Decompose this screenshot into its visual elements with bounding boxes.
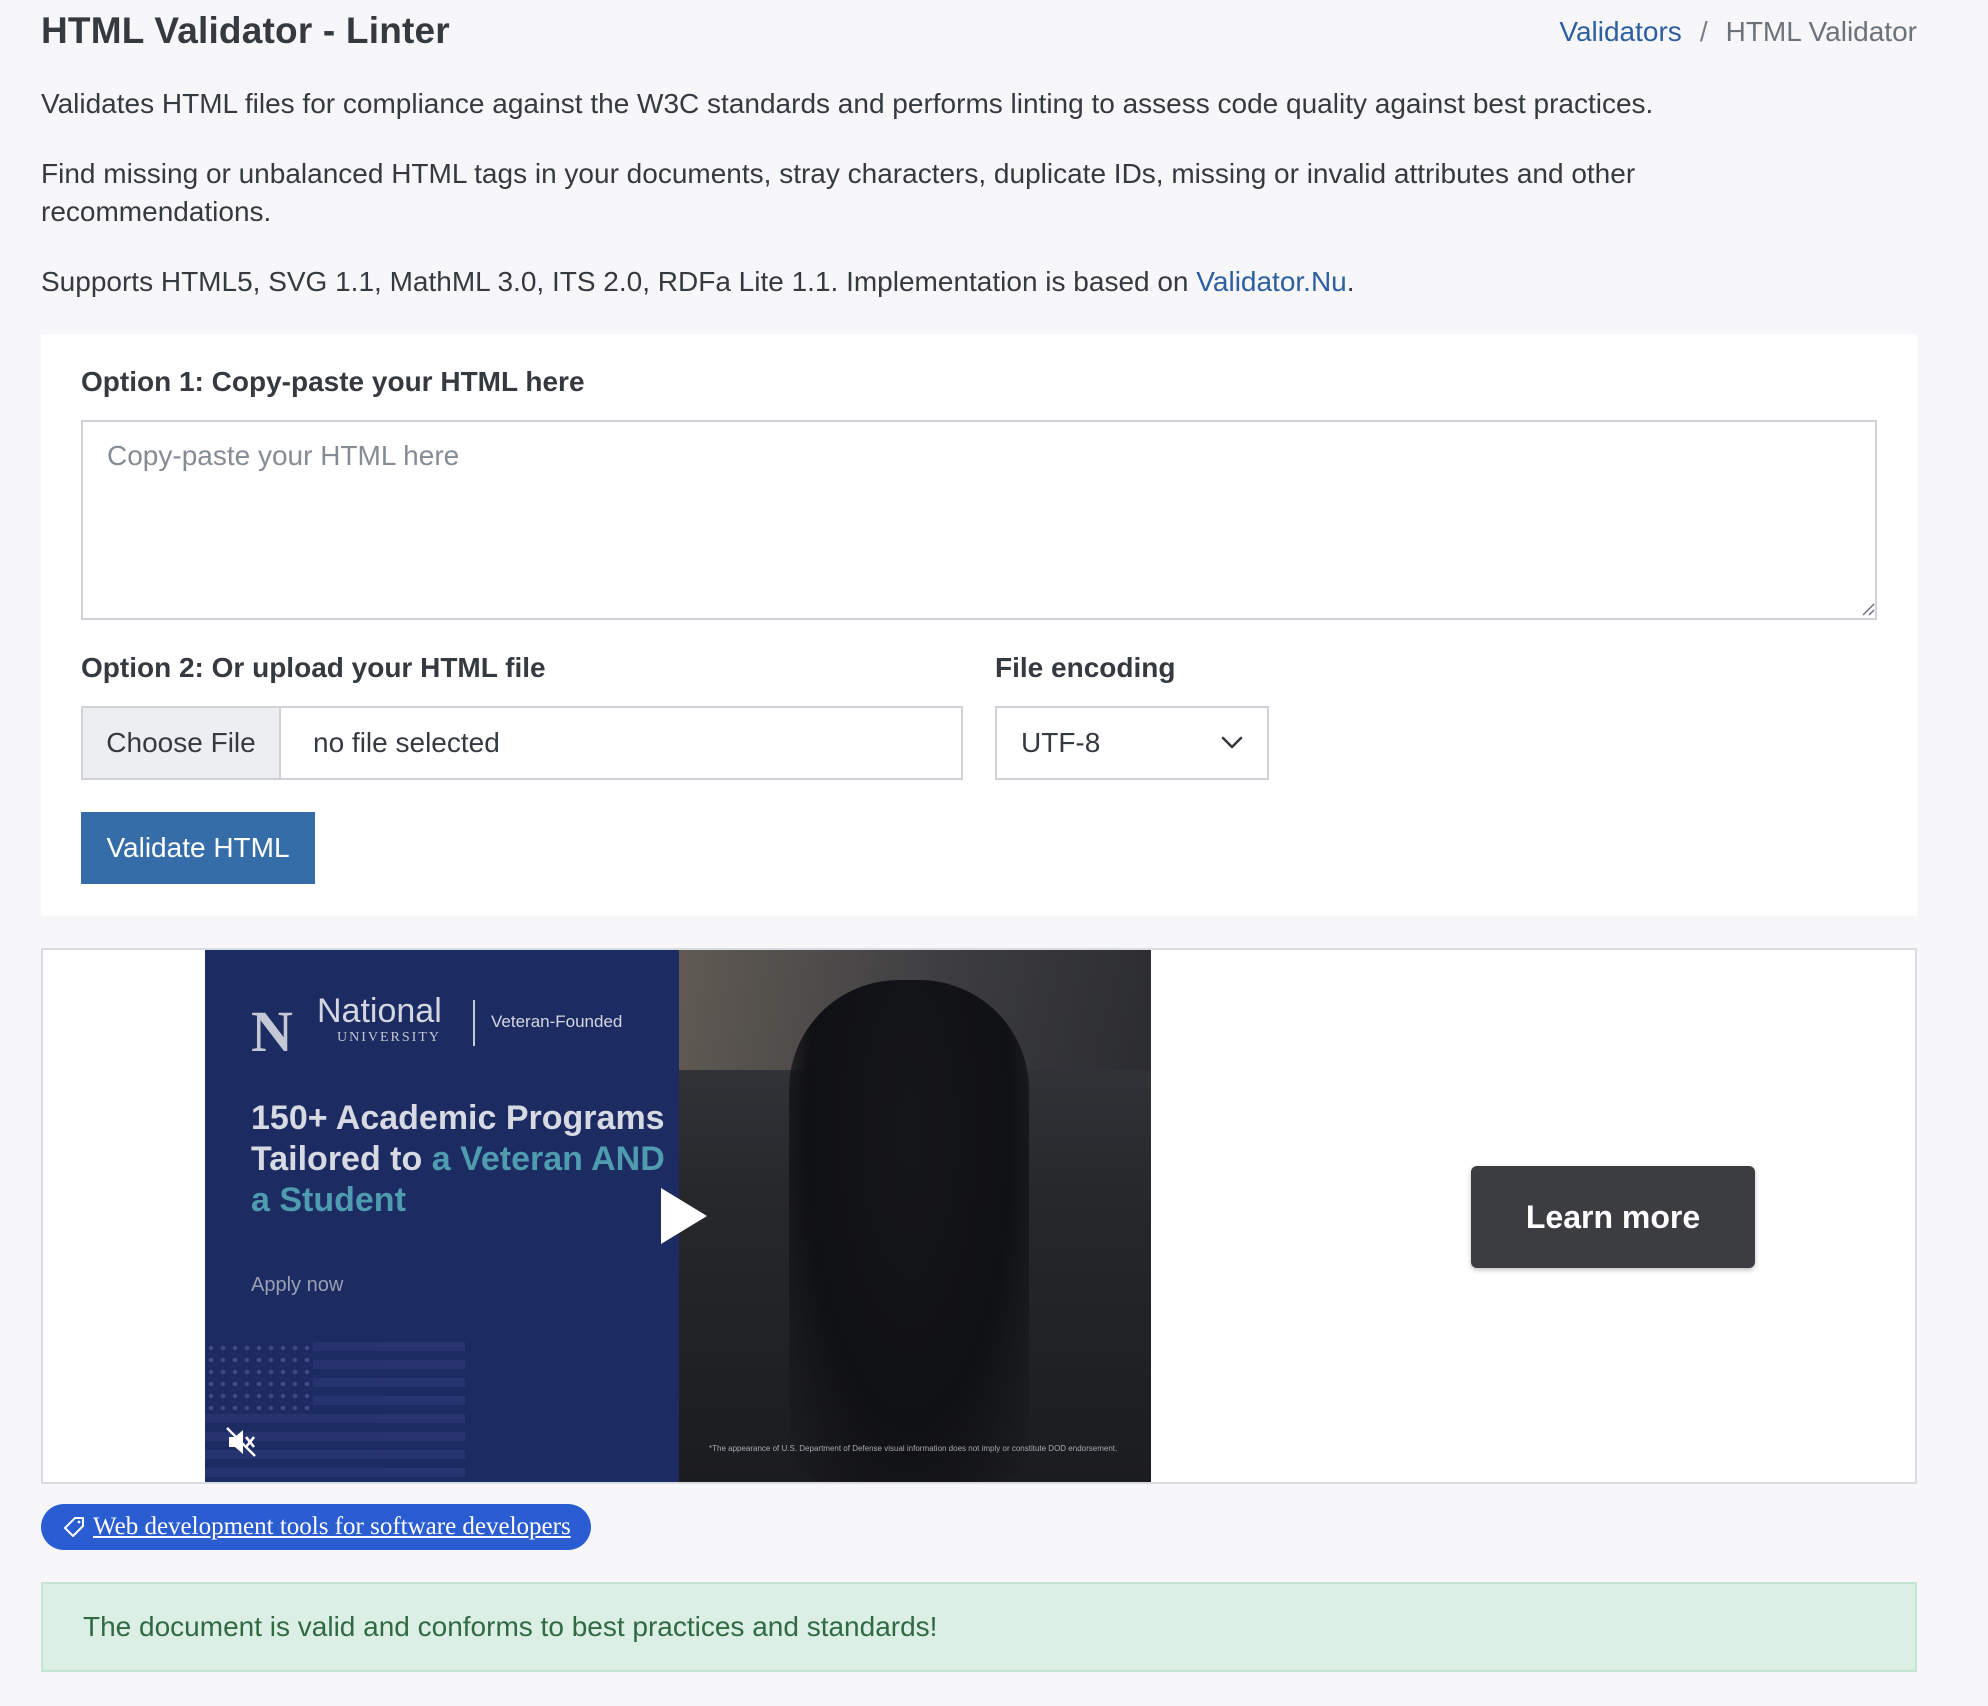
- ad-logo-name: National: [317, 992, 442, 1030]
- resize-grip-icon[interactable]: [1861, 602, 1875, 616]
- intro-line-3-end: .: [1346, 266, 1355, 297]
- mute-icon[interactable]: [223, 1424, 259, 1460]
- ad-logo-divider: [473, 1000, 475, 1046]
- validation-success-alert: The document is valid and conforms to be…: [41, 1582, 1917, 1672]
- choose-file-button[interactable]: Choose File: [83, 708, 281, 778]
- flag-stars: [205, 1342, 313, 1412]
- category-tag[interactable]: Web development tools for software devel…: [41, 1504, 591, 1550]
- breadcrumb-separator: /: [1699, 16, 1708, 47]
- encoding-select[interactable]: UTF-8: [995, 706, 1269, 780]
- ad-disclaimer: *The appearance of U.S. Department of De…: [709, 1444, 1118, 1453]
- ad-logo-tag: Veteran-Founded: [491, 1012, 623, 1031]
- advertisement: N National UNIVERSITY Veteran-Founded 15…: [41, 948, 1917, 1484]
- play-icon[interactable]: [661, 1188, 707, 1244]
- page: HTML Validator - Linter Validators / HTM…: [0, 0, 1988, 1706]
- validator-nu-link[interactable]: Validator.Nu: [1196, 266, 1346, 297]
- validation-success-message: The document is valid and conforms to be…: [83, 1611, 938, 1642]
- ad-apply-text: Apply now: [251, 1274, 344, 1296]
- chevron-down-icon: [1221, 736, 1243, 749]
- intro-line-3: Supports HTML5, SVG 1.1, MathML 3.0, ITS…: [41, 263, 1921, 301]
- ad-headline: 150+ Academic Programs Tailored to a Vet…: [251, 1098, 671, 1221]
- validator-form-card: Option 1: Copy-paste your HTML here Opti…: [41, 334, 1917, 916]
- national-university-logo-icon: N: [251, 999, 293, 1064]
- breadcrumb: Validators / HTML Validator: [1559, 16, 1917, 48]
- tag-icon: [64, 1517, 84, 1537]
- option1-label: Option 1: Copy-paste your HTML here: [81, 366, 585, 397]
- intro-line-3-text: Supports HTML5, SVG 1.1, MathML 3.0, ITS…: [41, 266, 1197, 297]
- validate-html-button[interactable]: Validate HTML: [81, 812, 315, 884]
- ad-logo-sub: UNIVERSITY: [337, 1030, 441, 1045]
- intro-line-1: Validates HTML files for compliance agai…: [41, 88, 1654, 119]
- encoding-value: UTF-8: [1021, 727, 1101, 758]
- breadcrumb-validators-link[interactable]: Validators: [1559, 16, 1681, 48]
- file-status: no file selected: [313, 727, 500, 758]
- ad-video[interactable]: N National UNIVERSITY Veteran-Founded 15…: [205, 950, 1151, 1482]
- ad-photo: [679, 950, 1151, 1482]
- flag-image: [205, 1342, 465, 1482]
- breadcrumb-current: HTML Validator: [1725, 16, 1917, 47]
- category-tag-label: Web development tools for software devel…: [93, 1513, 571, 1540]
- html-input-textarea[interactable]: [81, 420, 1877, 620]
- encoding-label: File encoding: [995, 652, 1176, 683]
- file-upload-input[interactable]: Choose File no file selected: [81, 706, 963, 780]
- learn-more-button[interactable]: Learn more: [1471, 1166, 1755, 1268]
- ad-photo-figure: [789, 980, 1029, 1482]
- page-title: HTML Validator - Linter: [41, 10, 450, 51]
- option2-label: Option 2: Or upload your HTML file: [81, 652, 546, 683]
- intro-line-2: Find missing or unbalanced HTML tags in …: [41, 158, 1636, 227]
